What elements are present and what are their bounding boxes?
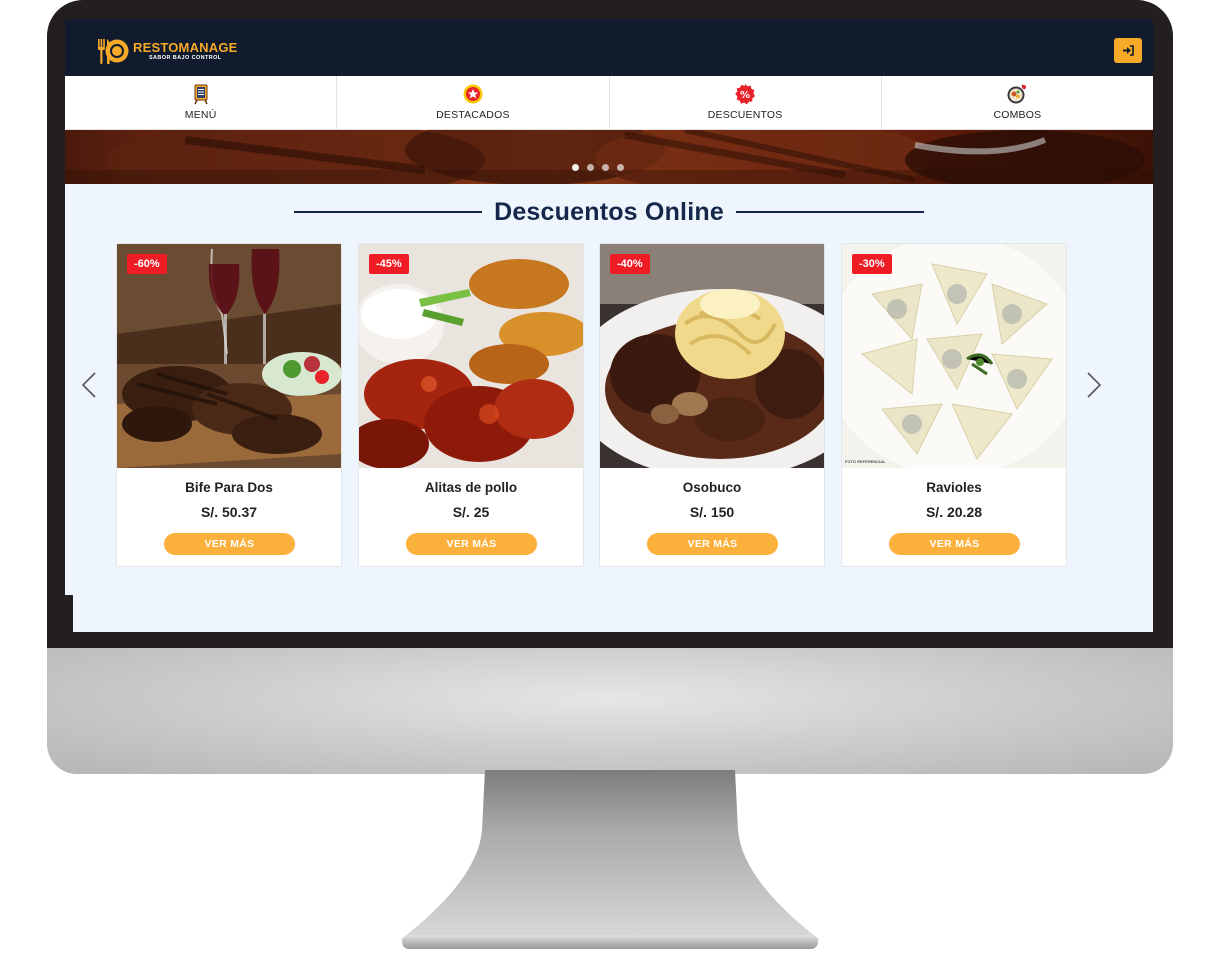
discount-badge: -45% — [369, 254, 409, 274]
brand-logo[interactable]: RESTOMANAGE SABOR BAJO CONTROL — [96, 36, 238, 66]
title-rule-left — [294, 211, 483, 213]
plate-utensils-icon — [98, 39, 129, 64]
hero-dot[interactable] — [572, 164, 579, 171]
combo-meal-icon — [1007, 84, 1027, 104]
category-nav: MENÚ DESTACADOS % DESCUENTOS COMBOS — [65, 76, 1153, 130]
hero-dot[interactable] — [587, 164, 594, 171]
ver-mas-button[interactable]: VER MÁS — [889, 533, 1020, 555]
product-name: Ravioles — [926, 480, 982, 495]
brand-tagline: SABOR BAJO CONTROL — [148, 54, 222, 61]
discount-badge: -60% — [127, 254, 167, 274]
category-label: DESTACADOS — [436, 109, 510, 121]
category-destacados[interactable]: DESTACADOS — [337, 76, 610, 129]
brand-name: RESTOMANAGE — [133, 39, 238, 55]
category-label: MENÚ — [184, 109, 217, 121]
product-image[interactable]: -45% — [359, 244, 583, 468]
svg-text:%: % — [740, 90, 750, 101]
hero-dot[interactable] — [617, 164, 624, 171]
discount-badge: -40% — [610, 254, 650, 274]
product-price: S/. 25 — [452, 504, 490, 520]
discount-badge: -30% — [852, 254, 892, 274]
monitor-chin — [47, 648, 1173, 774]
product-card[interactable]: -30% FOTO REFERENCIAL Ravioles S/. 20.28… — [841, 243, 1067, 567]
product-price: S/. 20.28 — [925, 504, 983, 520]
chevron-right-icon[interactable] — [1086, 372, 1102, 398]
hero-pagination — [572, 164, 624, 171]
hero-dot[interactable] — [602, 164, 609, 171]
product-price: S/. 150 — [689, 504, 735, 520]
product-card[interactable]: -40% Osobuco S/. 150 VER MÁS — [599, 243, 825, 567]
product-price: S/. 50.37 — [200, 504, 258, 520]
ravioli-image — [842, 244, 1066, 468]
category-menu[interactable]: MENÚ — [65, 76, 338, 129]
category-label: COMBOS — [993, 109, 1042, 121]
chevron-left-icon[interactable] — [81, 372, 97, 398]
login-button[interactable] — [1114, 38, 1142, 63]
section-title: Descuentos Online — [494, 197, 724, 226]
product-image[interactable]: -40% — [600, 244, 824, 468]
product-name: Bife Para Dos — [185, 480, 273, 495]
product-card[interactable]: -60% Bife Para Dos S/. 50.37 VER MÁS — [116, 243, 342, 567]
top-navbar: RESTOMANAGE SABOR BAJO CONTROL — [65, 19, 1153, 76]
sign-in-icon — [1123, 45, 1134, 56]
ver-mas-button[interactable]: VER MÁS — [647, 533, 778, 555]
title-rule-right — [735, 211, 924, 213]
steak-image — [117, 244, 341, 468]
menu-board-icon — [193, 84, 208, 105]
screen: RESTOMANAGE SABOR BAJO CONTROL MENÚ DEST… — [65, 19, 1153, 632]
star-badge-icon — [463, 84, 483, 104]
ver-mas-button[interactable]: VER MÁS — [406, 533, 537, 555]
hero-steak-image — [65, 130, 1153, 184]
product-name: Alitas de pollo — [424, 480, 518, 495]
section-heading: Descuentos Online — [65, 196, 1153, 228]
product-card[interactable]: -45% Alitas de pollo S/. 25 VER MÁS — [358, 243, 584, 567]
monitor-stand — [400, 770, 820, 955]
hero-banner[interactable] — [65, 130, 1153, 184]
category-combos[interactable]: COMBOS — [882, 76, 1153, 129]
osobuco-image — [600, 244, 824, 468]
category-descuentos[interactable]: % DESCUENTOS — [610, 76, 882, 129]
category-label: DESCUENTOS — [707, 109, 783, 121]
image-note: FOTO REFERENCIAL — [845, 459, 886, 464]
product-image[interactable]: -30% FOTO REFERENCIAL — [842, 244, 1066, 468]
product-image[interactable]: -60% — [117, 244, 341, 468]
chicken-wings-image — [359, 244, 583, 468]
product-name: Osobuco — [682, 480, 742, 495]
ver-mas-button[interactable]: VER MÁS — [164, 533, 295, 555]
bezel-edge — [65, 595, 73, 632]
percent-badge-icon: % — [735, 84, 756, 105]
